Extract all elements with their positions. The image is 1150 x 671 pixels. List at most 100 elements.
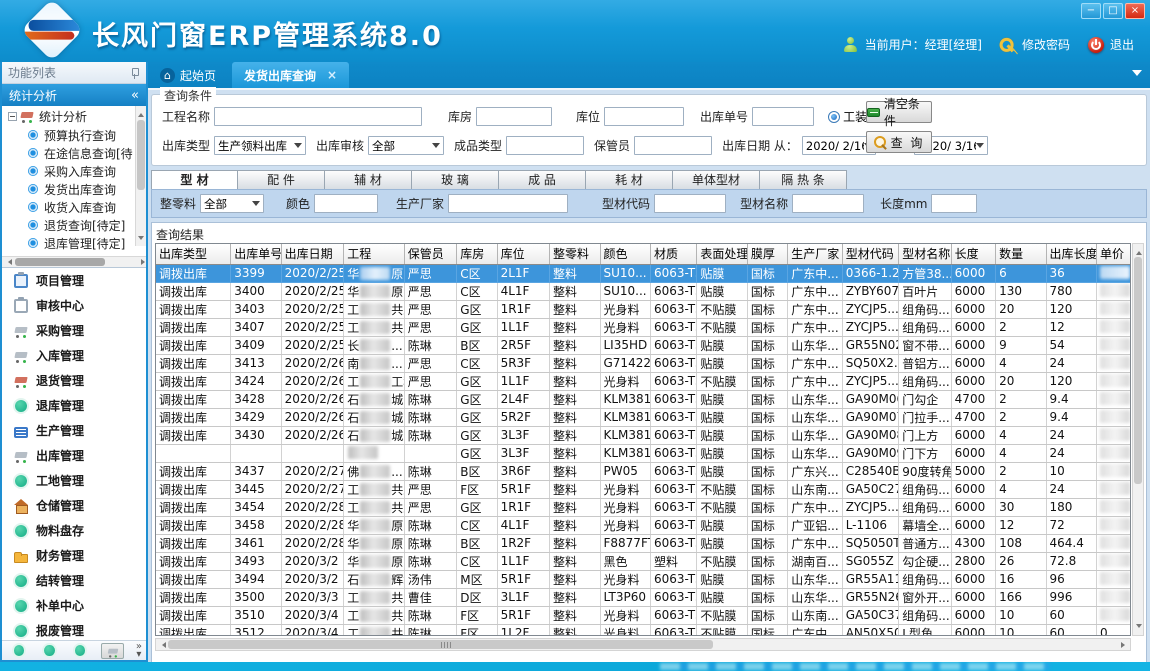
cell[interactable] — [281, 444, 344, 462]
project-cell[interactable]: 华原... — [344, 264, 405, 282]
radio-gongzhuang-label[interactable]: 工装 — [843, 108, 867, 125]
cell[interactable]: 组角码... — [899, 606, 951, 624]
cell[interactable]: 普通方... — [899, 534, 951, 552]
cell[interactable]: 严思 — [404, 354, 456, 372]
out-type-select[interactable]: 生产领料出库 — [214, 136, 306, 155]
sidebar-menu-item[interactable]: 物料盘存 — [2, 518, 146, 543]
table-row[interactable]: 调拨出库34542020/2/28工共工程严思G区1R1F整料光身料6063-T… — [156, 498, 1131, 516]
cell[interactable]: L型角... — [899, 624, 951, 636]
cell[interactable]: 光身料 — [600, 624, 650, 636]
table-row[interactable]: 调拨出库34292020/2/26石城陈琳G区5R2F整料KLM38176063… — [156, 408, 1131, 426]
cell[interactable]: 国标 — [747, 462, 787, 480]
price-cell[interactable]: 3 — [1096, 282, 1131, 300]
cell[interactable]: 国标 — [747, 498, 787, 516]
dot-icon[interactable] — [75, 645, 85, 656]
scroll-up-icon[interactable] — [138, 110, 144, 117]
project-cell[interactable]: 华原... — [344, 534, 405, 552]
column-header[interactable]: 工程 — [344, 244, 405, 264]
cell[interactable]: 整料 — [550, 354, 600, 372]
profile-code-input[interactable] — [654, 194, 726, 213]
cell[interactable] — [404, 444, 456, 462]
cell[interactable]: 2 — [996, 390, 1046, 408]
cell[interactable]: B区 — [457, 534, 497, 552]
cell[interactable]: 整料 — [550, 426, 600, 444]
cell[interactable]: GR55N02 — [842, 336, 899, 354]
cell[interactable]: 3399 — [231, 264, 281, 282]
cell[interactable]: 严思 — [404, 282, 456, 300]
cell[interactable]: G区 — [457, 300, 497, 318]
cell[interactable]: 1R1F — [497, 498, 549, 516]
cell[interactable]: 窗不带... — [899, 336, 951, 354]
cell[interactable]: 6063-T5 — [650, 624, 696, 636]
cell[interactable]: 广东中... — [788, 534, 843, 552]
project-cell[interactable] — [344, 444, 405, 462]
cell[interactable]: 5R2F — [497, 408, 549, 426]
cell[interactable]: 广东中... — [788, 624, 843, 636]
cell[interactable]: 2L1F — [497, 264, 549, 282]
tree-root[interactable]: 统计分析 — [2, 106, 146, 126]
cell[interactable]: 4 — [996, 480, 1046, 498]
scrollbar-thumb[interactable] — [137, 120, 145, 190]
cell[interactable]: 6000 — [951, 300, 995, 318]
cell[interactable]: GA90M09. — [842, 444, 899, 462]
cell[interactable]: F区 — [457, 624, 497, 636]
cell[interactable]: 国标 — [747, 354, 787, 372]
cell[interactable]: 6063-T5 — [650, 372, 696, 390]
cell[interactable]: 光身料 — [600, 300, 650, 318]
cell[interactable]: 3428 — [231, 390, 281, 408]
cell[interactable]: 3500 — [231, 588, 281, 606]
sidebar-menu-item[interactable]: 项目管理 — [2, 268, 146, 293]
cell[interactable]: 普铝方... — [899, 354, 951, 372]
cell[interactable]: 6 — [996, 264, 1046, 282]
cell[interactable]: 30 — [996, 498, 1046, 516]
cell[interactable]: 广东中... — [788, 318, 843, 336]
cell[interactable]: 贴膜 — [697, 534, 747, 552]
cell[interactable]: 464.4 — [1046, 534, 1096, 552]
cell[interactable]: KLM3817 — [600, 408, 650, 426]
cell[interactable]: 60 — [1046, 606, 1096, 624]
column-header[interactable]: 颜色 — [600, 244, 650, 264]
cell[interactable]: 不贴膜 — [697, 372, 747, 390]
cell[interactable]: 组角码... — [899, 498, 951, 516]
cell[interactable]: 整料 — [550, 372, 600, 390]
cell[interactable]: 汤伟 — [404, 570, 456, 588]
cell[interactable]: 整料 — [550, 570, 600, 588]
cell[interactable]: 6000 — [951, 444, 995, 462]
cell[interactable]: 国标 — [747, 336, 787, 354]
tree-item[interactable]: 发货出库查询 — [2, 180, 146, 198]
cell[interactable]: 整料 — [550, 552, 600, 570]
cell[interactable]: 54 — [1046, 336, 1096, 354]
tree-item[interactable]: 退库管理[待定] — [2, 234, 146, 252]
dot-icon[interactable] — [14, 645, 24, 656]
audit-select[interactable]: 全部 — [368, 136, 444, 155]
cell[interactable]: 国标 — [747, 426, 787, 444]
cell[interactable]: 24 — [1046, 426, 1096, 444]
cell[interactable]: 不贴膜 — [697, 498, 747, 516]
cell[interactable]: 20 — [996, 300, 1046, 318]
cell[interactable]: 9.4 — [1046, 408, 1096, 426]
cell[interactable]: C区 — [457, 282, 497, 300]
sidebar-menu-item[interactable]: 退库管理 — [2, 393, 146, 418]
cell[interactable]: 2020/3/4 — [281, 624, 344, 636]
column-header[interactable]: 出库类型 — [156, 244, 231, 264]
price-cell[interactable] — [1096, 372, 1131, 390]
cell[interactable]: 3512 — [231, 624, 281, 636]
cell[interactable]: 3L1F — [497, 588, 549, 606]
cell[interactable]: 6000 — [951, 498, 995, 516]
cell[interactable]: 2020/2/25 — [281, 300, 344, 318]
cell[interactable]: 6000 — [951, 588, 995, 606]
cell[interactable]: 3429 — [231, 408, 281, 426]
cell[interactable]: 6000 — [951, 570, 995, 588]
cell[interactable]: 整料 — [550, 516, 600, 534]
cell[interactable]: 6000 — [951, 264, 995, 282]
cell[interactable]: 陈琳 — [404, 408, 456, 426]
price-cell[interactable]: 2972 — [1096, 354, 1131, 372]
cell[interactable]: 166 — [996, 588, 1046, 606]
cell[interactable]: KLM3817 — [600, 426, 650, 444]
cell[interactable]: SU10... — [600, 282, 650, 300]
project-cell[interactable]: 长... — [344, 336, 405, 354]
cell[interactable]: 不贴膜 — [697, 606, 747, 624]
tree-item[interactable]: 在途信息查询[待 — [2, 144, 146, 162]
subtab[interactable]: 隔 热 条 — [760, 170, 847, 190]
price-cell[interactable] — [1096, 588, 1131, 606]
